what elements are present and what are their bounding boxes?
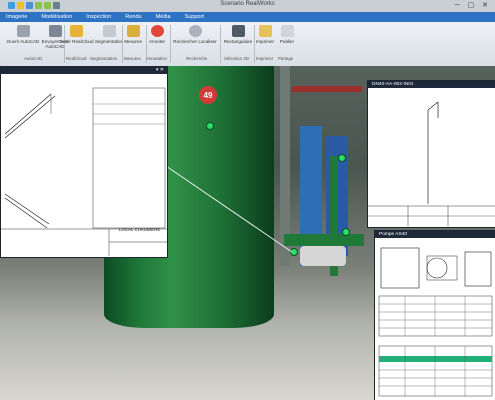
measure-icon <box>126 25 140 37</box>
realworks-window: Scenario RealWorks ─ ▢ ✕ Imagerie Modéli… <box>0 0 495 400</box>
pump-datasheet <box>378 247 493 397</box>
menu-imagerie[interactable]: Imagerie <box>0 12 35 22</box>
realcloud-open-icon <box>69 25 83 37</box>
drawing-panel-left[interactable]: ▾ ✕ LOCAL CHAUDIERE <box>0 66 168 258</box>
realcloud-open-button[interactable]: Ouvrir RealCloud <box>58 25 94 44</box>
annotate-icon <box>150 25 164 37</box>
group-label-autocad: AutoCAD <box>24 56 43 61</box>
menu-inspection[interactable]: Inspection <box>80 12 119 22</box>
group-label-realcloud: RealCloud <box>66 56 87 61</box>
pump-datasheet-panel[interactable]: Pompe AS40 <box>374 230 495 400</box>
button-label: Annoter <box>148 39 166 44</box>
group-label-annotation: Annotation <box>146 56 167 61</box>
group-label-segmentation: Segmentation <box>90 56 118 61</box>
button-label: Rectangulaire <box>223 39 253 44</box>
panel-controls[interactable]: ▾ ✕ <box>156 67 164 74</box>
button-label: Publier <box>279 39 295 44</box>
group-label-recherche: Recherche <box>186 56 208 61</box>
menu-bar: Imagerie Modélisation Inspection Rendu M… <box>0 12 495 22</box>
search-locate-button[interactable]: Rechercher Localiser <box>172 25 218 44</box>
search-locate-icon <box>188 25 202 37</box>
group-label-selection-3d: Sélection 3D <box>224 56 249 61</box>
panel-header: DN40-AA-002-IN01 <box>368 81 495 88</box>
menu-rendu[interactable]: Rendu <box>119 12 149 22</box>
rectangle-select-icon <box>231 25 245 37</box>
group-label-imprimer: Imprimer <box>256 56 274 61</box>
publish-icon <box>280 25 294 37</box>
segmentation-icon <box>102 25 116 37</box>
button-label: Rechercher Localiser <box>173 39 217 44</box>
group-label-mesures: Mesures <box>124 56 141 61</box>
separator <box>170 25 171 63</box>
menu-media[interactable]: Média <box>150 12 179 22</box>
menu-modelisation[interactable]: Modélisation <box>35 12 80 22</box>
window-controls[interactable]: ─ ▢ ✕ <box>455 1 491 9</box>
button-label: Ouvrir RealCloud <box>58 39 94 44</box>
annotate-button[interactable]: Annoter <box>140 25 174 44</box>
panel-header: Pompe AS40 <box>375 231 495 238</box>
title-bar: Scenario RealWorks ─ ▢ ✕ <box>0 0 495 12</box>
title-block-name: LOCAL CHAUDIERE <box>119 227 161 232</box>
group-label-partage: Partage <box>278 56 294 61</box>
ribbon: Ouvrir AutoCAD Envoyer vers AutoCAD Ouvr… <box>0 22 495 67</box>
button-label: Ouvrir AutoCAD <box>6 39 40 44</box>
panel-title: DN40-AA-002-IN01 <box>372 82 414 87</box>
window-title: Scenario RealWorks <box>220 1 275 7</box>
menu-support[interactable]: Support <box>179 12 212 22</box>
autocad-open-icon <box>16 25 30 37</box>
piping-drawing <box>368 101 495 226</box>
panel-header: ▾ ✕ <box>1 67 167 74</box>
publish-button[interactable]: Publier <box>272 25 302 44</box>
drawing-panel-right-top[interactable]: DN40-AA-002-IN01 <box>367 80 495 228</box>
panel-title: Pompe AS40 <box>379 232 408 237</box>
print-icon <box>258 25 272 37</box>
